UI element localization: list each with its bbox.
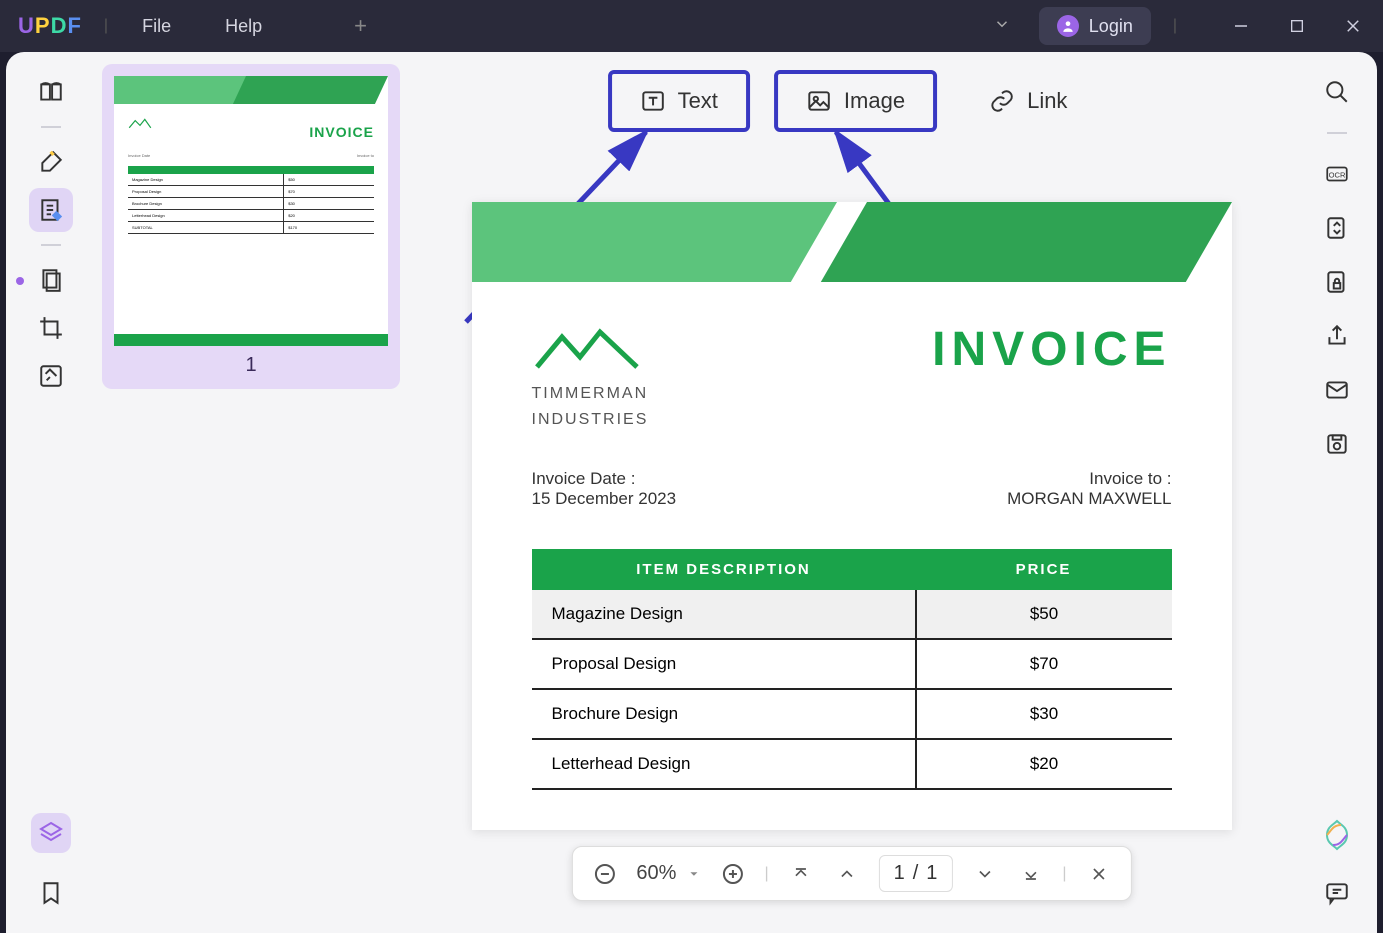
login-button[interactable]: Login [1039, 7, 1151, 45]
close-button[interactable] [1341, 17, 1365, 35]
edit-toolbar: Text Image Link [608, 70, 1096, 132]
zoom-bar: 60% | 1 / 1 | [571, 846, 1131, 901]
invoice-date-label: Invoice Date : [532, 469, 677, 489]
app-logo: UPDF [18, 13, 82, 39]
left-toolbar [6, 52, 96, 933]
user-icon [1057, 15, 1079, 37]
ocr-icon: OCR [1324, 161, 1350, 187]
edit-image-label: Image [844, 88, 905, 114]
ai-assistant-button[interactable] [1319, 817, 1355, 853]
company-name-line2: INDUSTRIES [532, 411, 649, 429]
divider: | [1062, 865, 1066, 883]
ai-icon [1319, 817, 1355, 853]
crop-tool[interactable] [29, 306, 73, 350]
edit-image-button[interactable]: Image [774, 70, 937, 132]
ocr-button[interactable]: OCR [1315, 152, 1359, 196]
table-row: Letterhead Design$20 [532, 739, 1172, 789]
comment-button[interactable] [1315, 871, 1359, 915]
titlebar: UPDF | File Help + Login | [0, 0, 1383, 52]
search-button[interactable] [1315, 70, 1359, 114]
first-page-button[interactable] [787, 860, 815, 888]
zoom-dropdown[interactable]: 60% [636, 862, 700, 885]
close-zoombar-button[interactable] [1085, 860, 1113, 888]
reader-tool[interactable] [29, 70, 73, 114]
last-page-button[interactable] [1016, 860, 1044, 888]
share-icon [1324, 323, 1350, 349]
save-icon [1324, 431, 1350, 457]
svg-text:OCR: OCR [1329, 170, 1346, 179]
save-button[interactable] [1315, 422, 1359, 466]
divider: | [764, 865, 768, 883]
zoom-in-button[interactable] [718, 860, 746, 888]
zoom-value-label: 60% [636, 862, 676, 885]
search-icon [1324, 79, 1350, 105]
protect-button[interactable] [1315, 260, 1359, 304]
table-row: Brochure Design$30 [532, 689, 1172, 739]
side-indicator-dot [16, 277, 24, 285]
comment-icon [1324, 880, 1350, 906]
edit-tool[interactable] [29, 188, 73, 232]
separator: | [104, 17, 108, 35]
menu-file[interactable]: File [130, 10, 183, 43]
layers-button[interactable] [31, 813, 71, 853]
redact-tool[interactable] [29, 354, 73, 398]
right-toolbar: OCR [1297, 52, 1377, 933]
next-page-button[interactable] [970, 860, 998, 888]
invoice-title: INVOICE [932, 322, 1171, 377]
canvas-area[interactable]: Text Image Link [406, 52, 1297, 933]
table-row: Magazine Design$50 [532, 590, 1172, 639]
email-button[interactable] [1315, 368, 1359, 412]
link-icon [989, 88, 1015, 114]
menu-help[interactable]: Help [213, 10, 274, 43]
edit-text-button[interactable]: Text [608, 70, 750, 132]
doc-header-banner [472, 202, 1232, 282]
invoice-date-value: 15 December 2023 [532, 489, 677, 509]
highlighter-tool[interactable] [29, 140, 73, 184]
document-page[interactable]: TIMMERMAN INDUSTRIES INVOICE Invoice Dat… [472, 202, 1232, 830]
new-tab-button[interactable]: + [354, 13, 367, 39]
pages-tool[interactable] [29, 258, 73, 302]
thumbnail-number: 1 [114, 354, 388, 377]
mail-icon [1324, 377, 1350, 403]
table-row: Proposal Design$70 [532, 639, 1172, 689]
lock-icon [1324, 269, 1350, 295]
invoice-table: ITEM DESCRIPTION PRICE Magazine Design$5… [532, 549, 1172, 790]
header-price: PRICE [916, 549, 1172, 590]
share-button[interactable] [1315, 314, 1359, 358]
minimize-button[interactable] [1229, 17, 1253, 35]
edit-link-label: Link [1027, 88, 1067, 114]
company-logo-icon [532, 322, 642, 372]
page-number-input[interactable]: 1 / 1 [879, 855, 953, 892]
company-name-line1: TIMMERMAN [532, 385, 649, 403]
invoice-to-label: Invoice to : [1007, 469, 1171, 489]
separator: | [1173, 17, 1177, 35]
header-description: ITEM DESCRIPTION [532, 549, 916, 590]
image-icon [806, 88, 832, 114]
zoom-out-button[interactable] [590, 860, 618, 888]
bookmark-button[interactable] [29, 871, 73, 915]
thumbnail-page-1[interactable]: INVOICE Invoice DateInvoice to Magazine … [102, 64, 400, 389]
prev-page-button[interactable] [833, 860, 861, 888]
convert-button[interactable] [1315, 206, 1359, 250]
maximize-button[interactable] [1285, 17, 1309, 35]
chevron-down-icon [686, 867, 700, 881]
login-label: Login [1089, 16, 1133, 37]
edit-link-button[interactable]: Link [961, 70, 1095, 132]
tab-dropdown-icon[interactable] [993, 15, 1011, 38]
convert-icon [1324, 215, 1350, 241]
invoice-to-value: MORGAN MAXWELL [1007, 489, 1171, 509]
thumbnail-panel: INVOICE Invoice DateInvoice to Magazine … [96, 52, 406, 933]
text-icon [640, 88, 666, 114]
edit-text-label: Text [678, 88, 718, 114]
